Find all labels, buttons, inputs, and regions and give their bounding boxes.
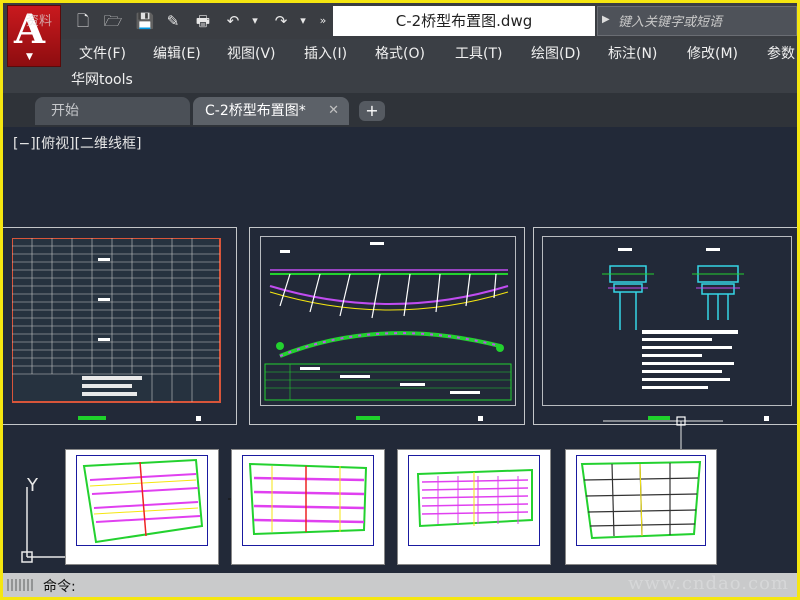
sheet-3-dot: [764, 416, 769, 421]
tab-drawing-label: C-2桥型布置图*: [205, 103, 306, 119]
sheet-3-title-mark: [648, 416, 670, 420]
menu-parametric[interactable]: 参数: [767, 43, 795, 65]
sheet-2-title-mark: [356, 416, 380, 420]
menu-view[interactable]: 视图(V): [227, 43, 276, 65]
menu-edit[interactable]: 编辑(E): [153, 43, 201, 65]
document-title-box: C-2桥型布置图.dwg: [333, 6, 595, 36]
undo-icon[interactable]: ↶: [223, 11, 243, 31]
sheet-1-dot: [196, 416, 201, 421]
command-line-grip-icon[interactable]: [7, 579, 35, 591]
redo-dropdown-icon[interactable]: ▾: [297, 11, 309, 31]
layout-thumbnail-1[interactable]: [65, 449, 219, 565]
redo-icon[interactable]: ↷: [271, 11, 291, 31]
application-window: 🗋 🗁 💾 ✎ 🖶 ↶ ▾ ↷ ▾ » C-2桥型布置图.dwg ▶ 文件(F) 编辑(E) 视图…: [0, 0, 800, 600]
layout-sheet-2: [249, 227, 525, 425]
sheet-2-dot: [478, 416, 483, 421]
sheet-3-drawing: [602, 248, 744, 389]
tab-start-label: 开始: [51, 103, 79, 119]
menu-tools[interactable]: 工具(T): [455, 43, 502, 65]
sheet-2-drawing: [264, 242, 512, 401]
layout-thumbnail-2[interactable]: [231, 449, 385, 565]
layout-thumbnail-4[interactable]: [565, 449, 717, 565]
layout-sheet-3: [533, 227, 797, 425]
thumbnail-2-plan: [248, 462, 368, 536]
tab-drawing[interactable]: C-2桥型布置图* ✕: [193, 97, 349, 125]
save-as-icon[interactable]: ✎: [163, 11, 183, 31]
menu-format[interactable]: 格式(O): [375, 43, 425, 65]
open-icon[interactable]: 🗁: [103, 11, 123, 31]
layout-thumbnail-3[interactable]: [397, 449, 551, 565]
viewport-controls[interactable]: [−][俯视][二维线框]: [13, 133, 142, 153]
menu-dimension[interactable]: 标注(N): [608, 43, 657, 65]
menu-insert[interactable]: 插入(I): [304, 43, 347, 65]
more-icon[interactable]: »: [317, 11, 329, 31]
undo-dropdown-icon[interactable]: ▾: [249, 11, 261, 31]
command-prompt-label: 命令:: [43, 579, 76, 595]
menu-draw[interactable]: 绘图(D): [531, 43, 581, 65]
thumbnail-3-plan: [416, 468, 533, 528]
watermark-text: 资料: [26, 14, 53, 29]
document-title: C-2桥型布置图.dwg: [395, 12, 533, 30]
close-tab-icon[interactable]: ✕: [328, 97, 339, 125]
menu-huawang-tools[interactable]: 华网tools: [71, 69, 133, 91]
sheet-1-title-mark: [78, 416, 106, 420]
app-menu-arrow-icon: ▼: [26, 52, 33, 62]
save-icon[interactable]: 💾: [135, 11, 155, 31]
ucs-y-label: Y: [26, 477, 39, 496]
search-expand-icon[interactable]: ▶: [602, 14, 610, 25]
thumbnail-4-plan: [580, 460, 702, 540]
file-tab-bar: 开始 C-2桥型布置图* ✕ +: [3, 93, 797, 127]
site-watermark: www.cndao.com: [628, 573, 789, 594]
title-bar: 🗋 🗁 💾 ✎ 🖶 ↶ ▾ ↷ ▾ » C-2桥型布置图.dwg ▶: [3, 3, 797, 39]
tab-start[interactable]: 开始: [35, 97, 190, 125]
menu-bar: 文件(F) 编辑(E) 视图(V) 插入(I) 格式(O) 工具(T) 绘图(D…: [3, 39, 797, 93]
layout-sheet-1: [3, 227, 237, 425]
search-box[interactable]: ▶: [597, 6, 797, 36]
menu-file[interactable]: 文件(F): [79, 43, 126, 65]
application-menu-button[interactable]: A 资料 ▼: [7, 5, 61, 67]
sheet-1-drawing: [12, 238, 221, 403]
thumbnail-1-plan: [82, 458, 204, 544]
print-icon[interactable]: 🖶: [193, 11, 213, 31]
search-input[interactable]: [616, 9, 796, 35]
menu-modify[interactable]: 修改(M): [687, 43, 738, 65]
new-icon[interactable]: 🗋: [73, 11, 93, 31]
new-tab-button[interactable]: +: [359, 101, 385, 121]
